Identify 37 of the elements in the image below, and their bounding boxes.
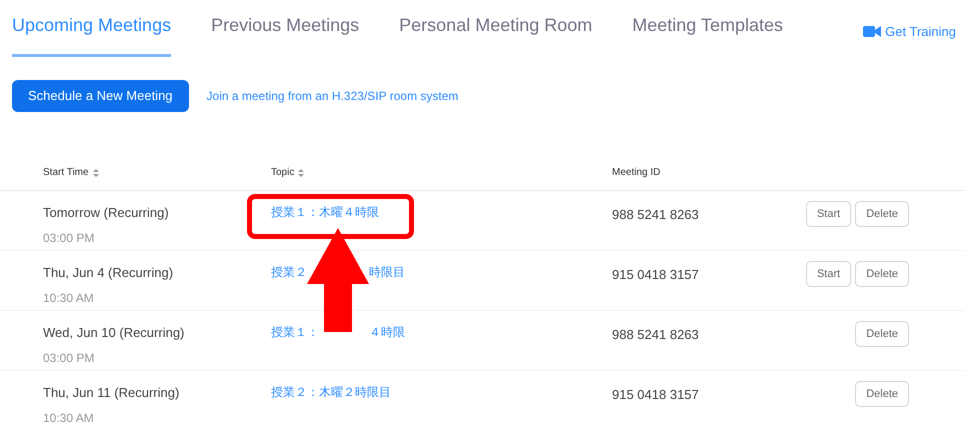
topic-link[interactable]: 授業１：: [271, 323, 319, 341]
action-button[interactable]: Delete: [855, 201, 909, 227]
start-date: Wed, Jun 10 (Recurring): [43, 324, 186, 342]
start-date: Thu, Jun 11 (Recurring): [43, 384, 180, 402]
tab[interactable]: Meeting Templates: [632, 0, 784, 57]
meeting-id: 988 5241 8263: [612, 327, 699, 342]
sort-icon[interactable]: [298, 168, 304, 176]
schedule-meeting-button[interactable]: Schedule a New Meeting: [12, 80, 189, 112]
topic-link[interactable]: 授業２: [271, 263, 307, 281]
topic-link[interactable]: 授業２：木曜２時限目: [271, 383, 391, 401]
meeting-id: 915 0418 3157: [612, 387, 699, 402]
start-time: 10:30 AM: [43, 290, 95, 306]
column-header[interactable]: Start Time: [43, 165, 89, 180]
start-date: Thu, Jun 4 (Recurring): [43, 264, 174, 282]
meeting-id: 915 0418 3157: [612, 267, 699, 282]
tab[interactable]: Previous Meetings: [211, 0, 360, 57]
meeting-id: 988 5241 8263: [612, 207, 699, 222]
action-button[interactable]: Start: [806, 201, 852, 227]
action-button[interactable]: Start: [806, 261, 852, 287]
tab[interactable]: Personal Meeting Room: [399, 0, 592, 57]
topic-link[interactable]: ４時限: [369, 323, 405, 341]
video-camera-icon: [863, 26, 882, 38]
topic-link[interactable]: 授業１：木曜４時限: [271, 203, 379, 221]
tab[interactable]: Upcoming Meetings: [12, 0, 172, 57]
topic-link[interactable]: 時限目: [369, 263, 405, 281]
get-training-link[interactable]: Get Training: [863, 22, 956, 42]
action-button[interactable]: Delete: [855, 261, 909, 287]
start-time: 10:30 AM: [43, 410, 95, 426]
column-header[interactable]: Topic: [271, 165, 294, 180]
join-room-system-link[interactable]: Join a meeting from an H.323/SIP room system: [206, 87, 458, 105]
start-time: 03:00 PM: [43, 230, 96, 246]
start-date: Tomorrow (Recurring): [43, 204, 170, 222]
column-header: Meeting ID: [612, 166, 660, 180]
sort-icon[interactable]: [92, 168, 99, 176]
action-button[interactable]: Delete: [855, 381, 909, 407]
start-time: 03:00 PM: [43, 350, 96, 366]
action-button[interactable]: Delete: [855, 321, 909, 347]
